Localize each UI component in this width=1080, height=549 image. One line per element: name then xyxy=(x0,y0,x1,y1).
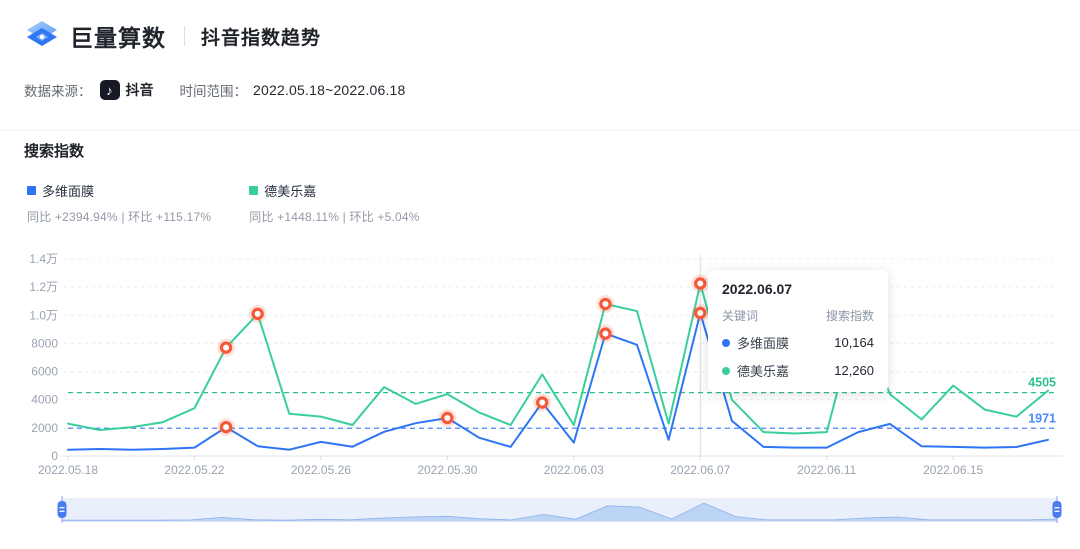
legend-stats: 同比 +2394.94% | 环比 +115.17% xyxy=(27,208,211,225)
average-line-label: 4505 xyxy=(1028,376,1056,390)
tooltip-row: 德美乐嘉 12,260 xyxy=(722,361,874,380)
peak-marker[interactable] xyxy=(217,339,235,357)
x-axis-label: 2022.06.11 xyxy=(797,463,856,477)
legend-item-demeilejia[interactable]: 德美乐嘉 同比 +1448.11% | 环比 +5.04% xyxy=(249,181,419,225)
section-title: 搜索指数 xyxy=(24,140,84,161)
tooltip-row: 多维面膜 10,164 xyxy=(722,333,874,352)
douyin-icon: ♪ xyxy=(100,80,120,100)
y-axis-label: 1.4万 xyxy=(29,252,58,266)
y-axis-label: 0 xyxy=(51,449,58,463)
peak-marker[interactable] xyxy=(249,305,267,323)
tooltip-series-name: 德美乐嘉 xyxy=(737,361,789,380)
peak-marker[interactable] xyxy=(691,274,709,292)
y-axis-label: 2000 xyxy=(31,421,58,435)
tooltip-col-index: 搜索指数 xyxy=(826,307,874,324)
brand-name[interactable]: 巨量算数 xyxy=(70,19,166,53)
x-axis-label: 2022.05.22 xyxy=(164,463,224,477)
peak-marker[interactable] xyxy=(596,295,614,313)
x-axis-label: 2022.06.07 xyxy=(670,463,730,477)
y-axis-label: 4000 xyxy=(31,393,58,407)
tooltip-series-value: 10,164 xyxy=(834,335,874,350)
y-axis-label: 6000 xyxy=(31,365,58,379)
brush-handle-left[interactable] xyxy=(58,501,67,518)
series-line-0[interactable] xyxy=(68,313,1048,450)
series-line-1[interactable] xyxy=(68,284,1048,434)
header: 巨量算数 抖音指数趋势 xyxy=(24,16,321,56)
x-axis-label: 2022.05.26 xyxy=(291,463,351,477)
legend-swatch-green xyxy=(249,186,258,195)
header-separator xyxy=(184,26,185,46)
peak-marker[interactable] xyxy=(438,409,456,427)
legend-item-duoweimianmo[interactable]: 多维面膜 同比 +2394.94% | 环比 +115.17% xyxy=(27,181,211,225)
douyin-chip: ♪ 抖音 xyxy=(100,80,154,100)
x-axis-label: 2022.06.15 xyxy=(923,463,983,477)
source-name: 抖音 xyxy=(126,80,154,100)
chart-tooltip: 2022.06.07 关键词 搜索指数 多维面膜 10,164 德美乐嘉 12,… xyxy=(708,270,888,392)
x-axis-label: 2022.05.30 xyxy=(417,463,477,477)
page-title: 抖音指数趋势 xyxy=(201,23,321,50)
y-axis-label: 1.2万 xyxy=(29,280,58,294)
datazoom-brush[interactable] xyxy=(0,494,1080,526)
legend-name: 多维面膜 xyxy=(42,181,94,200)
meta-bar: 数据来源： ♪ 抖音 时间范围： 2022.05.18~2022.06.18 xyxy=(24,80,406,100)
tooltip-series-name: 多维面膜 xyxy=(737,333,789,352)
tooltip-date: 2022.06.07 xyxy=(722,281,874,297)
source-label: 数据来源： xyxy=(24,80,92,100)
range-value: 2022.05.18~2022.06.18 xyxy=(253,82,406,98)
peak-marker[interactable] xyxy=(596,325,614,343)
average-line-label: 1971 xyxy=(1028,411,1056,425)
x-axis-label: 2022.05.18 xyxy=(38,463,98,477)
y-axis-label: 8000 xyxy=(31,336,58,350)
legend-swatch-blue xyxy=(27,186,36,195)
chart-legend: 多维面膜 同比 +2394.94% | 环比 +115.17% 德美乐嘉 同比 … xyxy=(27,181,420,225)
legend-name: 德美乐嘉 xyxy=(264,181,316,200)
legend-stats: 同比 +1448.11% | 环比 +5.04% xyxy=(249,208,419,225)
section-divider xyxy=(0,130,1080,131)
tooltip-series-value: 12,260 xyxy=(834,363,874,378)
tooltip-col-keyword: 关键词 xyxy=(722,307,758,324)
y-axis-label: 1.0万 xyxy=(29,308,58,322)
x-axis-label: 2022.06.03 xyxy=(544,463,604,477)
series-dot-green xyxy=(722,367,730,375)
series-dot-blue xyxy=(722,339,730,347)
juliang-logo-icon[interactable] xyxy=(24,18,60,54)
brush-handle-right[interactable] xyxy=(1053,501,1062,518)
peak-marker[interactable] xyxy=(217,418,235,436)
peak-marker[interactable] xyxy=(691,304,709,322)
range-label: 时间范围： xyxy=(180,80,248,100)
trend-line-chart[interactable]: 0 2000 4000 6000 8000 1.0万 1.2万 1.4万 2022.05.18 2… xyxy=(0,245,1080,485)
peak-marker[interactable] xyxy=(533,394,551,412)
